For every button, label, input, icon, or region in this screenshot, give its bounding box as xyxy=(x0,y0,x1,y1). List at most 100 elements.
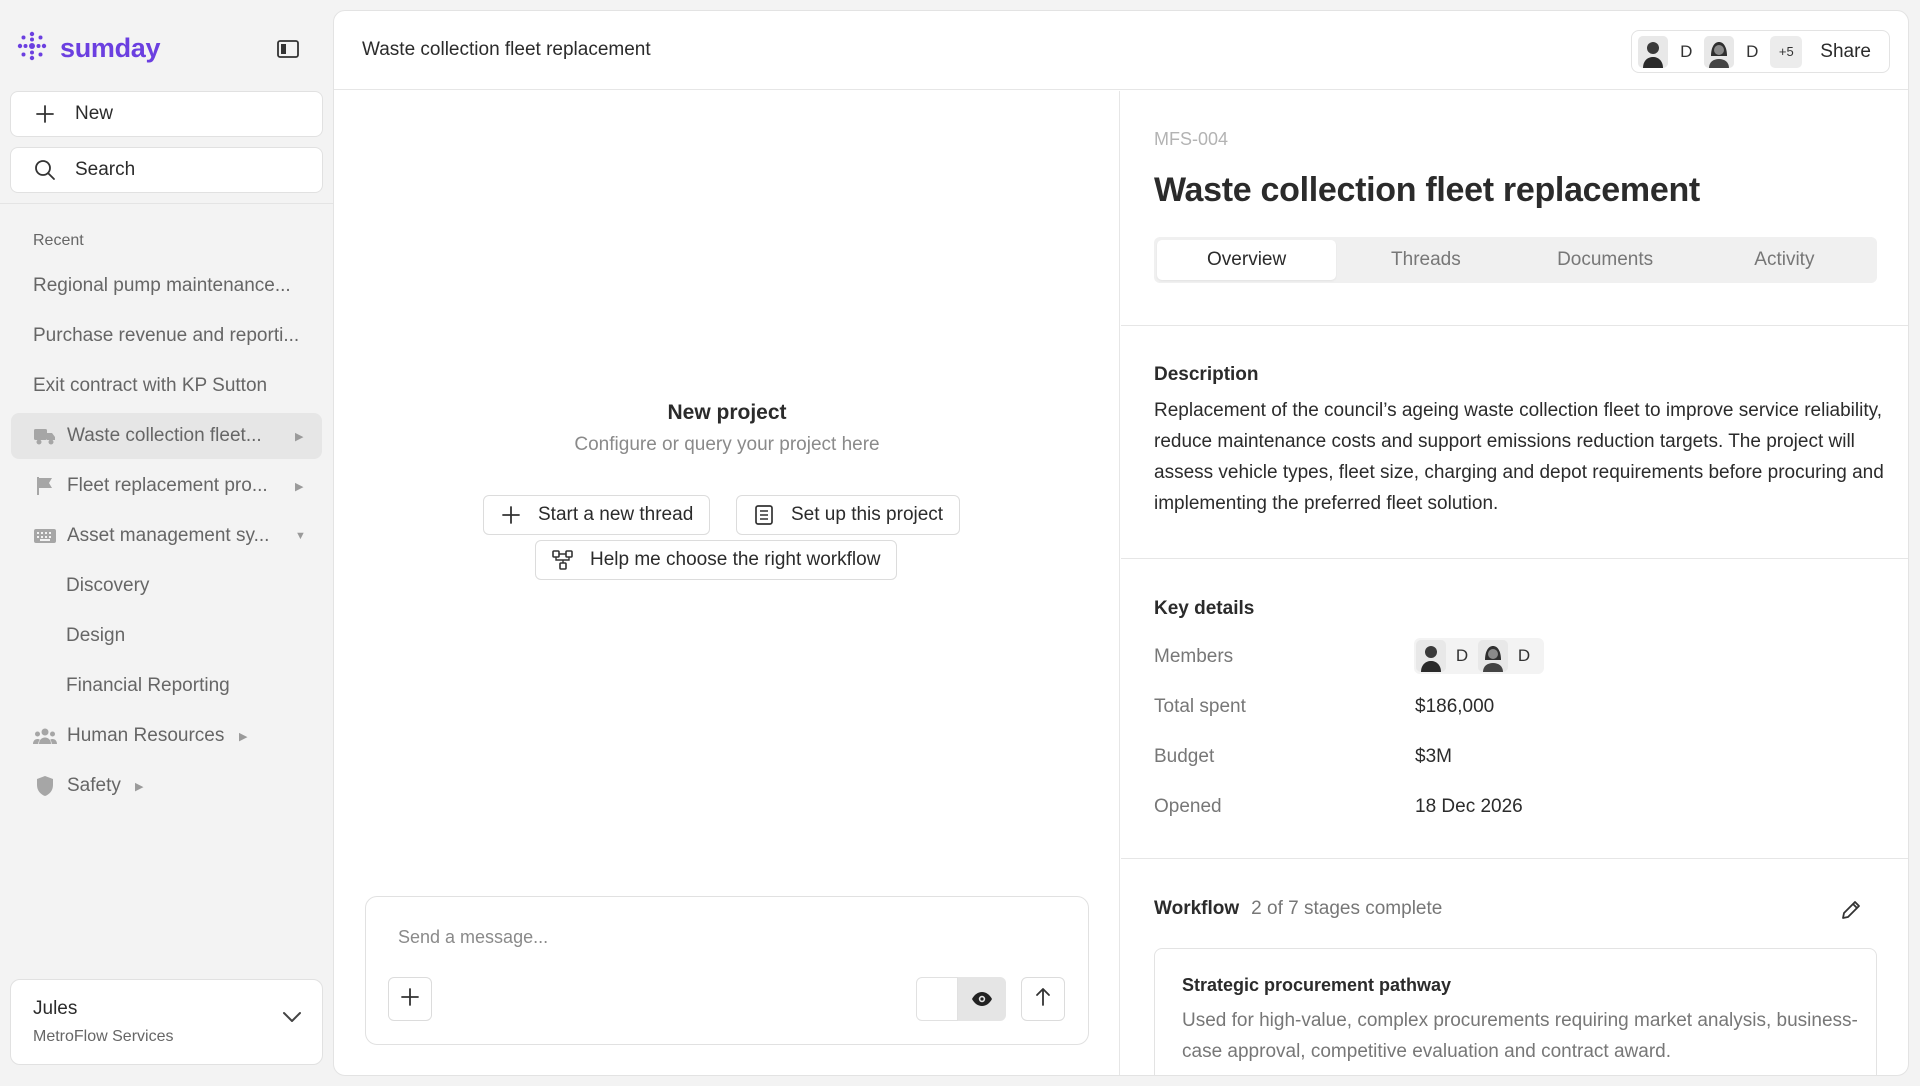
more-collaborators-badge: +5 xyxy=(1770,35,1803,68)
workflow-card-title: Strategic procurement pathway xyxy=(1182,975,1452,995)
sidebar-item-safety[interactable]: Safety ▶ xyxy=(11,763,322,809)
project-code: MFS-004 xyxy=(1154,129,1229,149)
start-thread-button[interactable]: Start a new thread xyxy=(483,495,711,535)
setup-project-label: Set up this project xyxy=(791,504,944,525)
recent-item[interactable]: Exit contract with KP Sutton xyxy=(11,363,322,409)
visibility-toggle[interactable] xyxy=(916,977,1006,1021)
brand[interactable]: sumday xyxy=(16,30,161,67)
sidebar-item-label: Safety xyxy=(67,775,121,796)
workflow-icon xyxy=(552,549,574,571)
choose-workflow-button[interactable]: Help me choose the right workflow xyxy=(535,540,898,580)
workflow-card[interactable]: Strategic procurement pathway Used for h… xyxy=(1154,948,1877,1075)
send-button[interactable] xyxy=(1021,977,1065,1021)
arrow-up-icon xyxy=(1035,987,1051,1012)
recent-item[interactable]: Regional pump maintenance... xyxy=(11,263,322,309)
total-spent-label: Total spent xyxy=(1154,696,1246,717)
chevron-down-icon xyxy=(282,1010,302,1028)
brand-name: sumday xyxy=(60,32,161,63)
sidebar-item-label: Human Resources xyxy=(67,725,225,746)
avatar xyxy=(1478,640,1508,672)
top-bar: Waste collection fleet replacement D D +… xyxy=(334,11,1908,90)
empty-state-subtitle: Configure or query your project here xyxy=(574,434,880,455)
total-spent-value: $186,000 xyxy=(1415,696,1495,717)
tab-overview[interactable]: Overview xyxy=(1157,240,1337,280)
members-avatars[interactable]: D D xyxy=(1414,638,1544,674)
sidebar-subitem-label: Design xyxy=(66,625,126,646)
tab-threads[interactable]: Threads xyxy=(1336,240,1515,280)
project-title: Waste collection fleet replacement xyxy=(1154,171,1700,209)
people-icon xyxy=(33,724,57,748)
pencil-icon[interactable] xyxy=(1840,899,1862,926)
recent-item-label: Purchase revenue and reporti... xyxy=(33,325,300,346)
message-input[interactable]: Send a message... xyxy=(398,927,548,948)
description-text: Replacement of the council’s ageing wast… xyxy=(1154,400,1884,514)
workflow-progress: 2 of 7 stages complete xyxy=(1251,898,1443,919)
budget-label: Budget xyxy=(1154,746,1215,767)
opened-value: 18 Dec 2026 xyxy=(1415,796,1523,817)
sidebar-subitem-label: Financial Reporting xyxy=(66,675,230,696)
avatar-initial: D xyxy=(1455,646,1469,665)
caret-right-icon: ▶ xyxy=(295,430,304,443)
sidebar-toggle-icon[interactable] xyxy=(274,36,302,62)
plus-icon xyxy=(401,987,419,1011)
search-button[interactable]: Search xyxy=(10,147,323,193)
avatar-initial: D xyxy=(1746,41,1759,61)
user-account-menu[interactable]: Jules MetroFlow Services xyxy=(10,979,323,1065)
keyboard-icon xyxy=(33,524,57,548)
recent-item-label: Regional pump maintenance... xyxy=(33,275,291,296)
attach-button[interactable] xyxy=(388,977,432,1021)
sidebar-subitem-discovery[interactable]: Discovery xyxy=(11,563,322,609)
search-icon xyxy=(33,158,57,182)
sidebar-subitem-financial-reporting[interactable]: Financial Reporting xyxy=(11,663,322,709)
recent-item-label: Exit contract with KP Sutton xyxy=(33,375,268,396)
avatar-initial: D xyxy=(1680,41,1693,61)
sidebar-subitem-design[interactable]: Design xyxy=(11,613,322,659)
new-label: New xyxy=(75,103,114,124)
setup-project-button[interactable]: Set up this project xyxy=(736,495,961,535)
message-composer[interactable]: Send a message... xyxy=(365,896,1089,1045)
section-divider xyxy=(1121,858,1908,859)
share-button[interactable]: D D +5 Share xyxy=(1631,30,1890,73)
avatar xyxy=(1704,35,1735,68)
sidebar-item-label: Fleet replacement pro... xyxy=(67,475,268,496)
sidebar-item-asset-management[interactable]: Asset management sy... ▼ xyxy=(11,513,322,559)
recent-item[interactable]: Purchase revenue and reporti... xyxy=(11,313,322,359)
sidebar-subitem-label: Discovery xyxy=(66,575,150,596)
sidebar-item-label: Waste collection fleet... xyxy=(67,425,262,446)
tab-documents[interactable]: Documents xyxy=(1516,240,1695,280)
sidebar-item-waste-collection[interactable]: Waste collection fleet... ▶ xyxy=(11,413,322,459)
caret-right-icon: ▶ xyxy=(295,480,304,493)
sidebar-item-fleet-replacement[interactable]: Fleet replacement pro... ▶ xyxy=(11,463,322,509)
truck-icon xyxy=(33,424,57,448)
sumday-logo-icon xyxy=(16,30,48,67)
new-button[interactable]: New xyxy=(10,91,323,137)
avatar xyxy=(1416,640,1446,672)
page-title: Waste collection fleet replacement xyxy=(362,39,651,60)
description-heading: Description xyxy=(1154,364,1259,385)
avatar-initial: D xyxy=(1517,646,1531,665)
document-icon xyxy=(753,504,775,526)
main-panel: Waste collection fleet replacement D D +… xyxy=(333,10,1909,1076)
plus-icon xyxy=(33,102,57,126)
empty-state-title: New project xyxy=(667,401,787,424)
share-label: Share xyxy=(1820,40,1871,62)
key-details-heading: Key details xyxy=(1154,598,1255,619)
start-thread-label: Start a new thread xyxy=(538,504,694,525)
user-name: Jules xyxy=(33,998,78,1019)
budget-value: $3M xyxy=(1415,746,1452,767)
workflow-heading: Workflow xyxy=(1154,898,1240,919)
toggle-off-segment[interactable] xyxy=(916,977,958,1021)
chat-area: New project Configure or query your proj… xyxy=(334,91,1120,1075)
section-divider xyxy=(1121,558,1908,559)
plus-icon xyxy=(500,504,522,526)
sidebar-item-label: Asset management sy... xyxy=(67,525,270,546)
tab-activity[interactable]: Activity xyxy=(1695,240,1874,280)
avatar xyxy=(1638,35,1669,68)
caret-right-icon: ▶ xyxy=(239,730,248,743)
choose-workflow-label: Help me choose the right workflow xyxy=(590,549,881,570)
eye-icon[interactable] xyxy=(958,977,1006,1021)
sidebar-item-human-resources[interactable]: Human Resources ▶ xyxy=(11,713,322,759)
user-org: MetroFlow Services xyxy=(33,1028,174,1045)
caret-right-icon: ▶ xyxy=(135,780,144,793)
opened-label: Opened xyxy=(1154,796,1222,817)
